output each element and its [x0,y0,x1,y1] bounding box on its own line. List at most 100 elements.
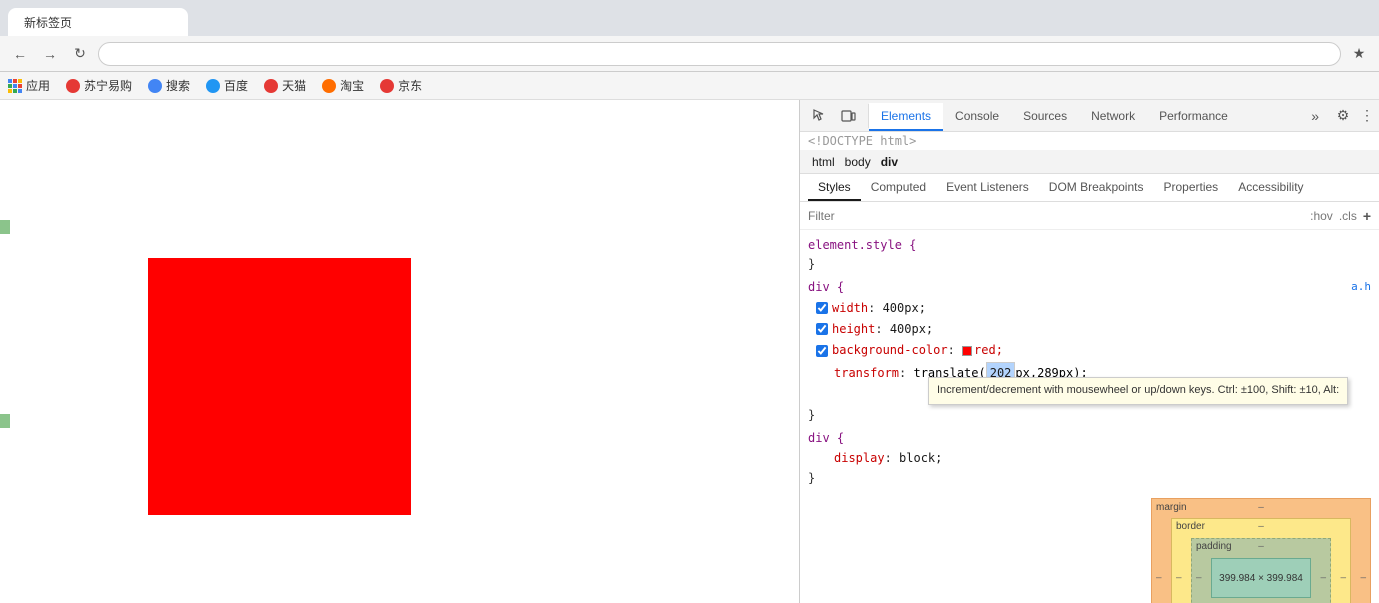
style-tab-dom-label: DOM Breakpoints [1049,180,1144,194]
css-line-bgcolor: background-color : red; [808,340,1371,361]
tianmao-icon [264,79,278,93]
tab-elements[interactable]: Elements [869,103,943,131]
forward-button[interactable]: → [38,42,62,66]
padding-left: – [1196,573,1202,584]
bookmark-jd[interactable]: 京东 [380,77,422,94]
bookmark-apps[interactable]: 应用 [8,77,50,94]
padding-right: – [1320,573,1326,584]
box-model-content: 399.984 × 399.984 [1211,558,1311,598]
indicator-2 [0,414,10,428]
css-content: element.style { } a.h div { width : 400p… [800,230,1379,603]
browser-topbar: 新标签页 [0,0,1379,36]
div-selector-1: div { [808,280,844,294]
width-checkbox[interactable] [816,302,828,314]
breadcrumb-div[interactable]: div [877,153,902,171]
height-property: height [832,320,875,339]
taobao-icon [322,79,336,93]
color-swatch-red[interactable] [962,346,972,356]
css-line-display: display : block; [808,448,1371,469]
bgcolor-value: red; [974,341,1003,360]
filter-add-button[interactable]: + [1363,208,1371,224]
device-toggle-button[interactable] [836,104,860,128]
devtools-top-row: Elements Console Sources Network Perform… [800,100,1379,132]
filter-input[interactable] [808,209,1302,223]
tab-console[interactable]: Console [943,103,1011,131]
breadcrumb-body[interactable]: body [841,153,875,171]
div-close-1: } [808,408,815,422]
bookmark-tianmao[interactable]: 天猫 [264,77,306,94]
style-tab-styles[interactable]: Styles [808,175,861,201]
bookmark-taobao[interactable]: 淘宝 [322,77,364,94]
devtools-more-button[interactable]: ⋮ [1355,104,1379,128]
div-close-2: } [808,471,815,485]
style-tab-event-listeners[interactable]: Event Listeners [936,175,1039,201]
border-top: – [1258,521,1264,532]
filter-hov-button[interactable]: :hov [1310,209,1333,223]
bookmark-apps-label: 应用 [26,77,50,94]
padding-label: padding [1196,541,1232,552]
margin-right: – [1360,573,1366,584]
div-selector-2: div { [808,431,844,445]
back-button[interactable]: ← [8,42,32,66]
browser-tab[interactable]: 新标签页 [8,8,188,36]
tab-performance-label: Performance [1159,109,1228,123]
breadcrumb: html body div [800,150,1379,174]
bookmark-baidu[interactable]: 百度 [206,77,248,94]
left-indicators [0,220,10,428]
filter-cls-button[interactable]: .cls [1339,209,1357,223]
display-value: block; [899,449,942,468]
bookmark-suning[interactable]: 苏宁易购 [66,77,132,94]
tooltip-text: Increment/decrement with mousewheel or u… [937,384,1339,396]
devtools-tabs: Elements Console Sources Network Perform… [869,100,1327,131]
jd-icon [380,79,394,93]
bookmark-jd-label: 京东 [398,77,422,94]
style-tab-accessibility[interactable]: Accessibility [1228,175,1313,201]
css-rule-div-1: a.h div { width : 400px; height : [800,276,1379,426]
address-bar: ← → ↻ ★ [0,36,1379,72]
tab-sources[interactable]: Sources [1011,103,1079,131]
breadcrumb-html[interactable]: html [808,153,839,171]
search-globe-icon [148,79,162,93]
baidu-icon [206,79,220,93]
css-line-height: height : 400px; [808,319,1371,340]
css-source-link[interactable]: a.h [1351,278,1371,296]
bookmark-search-label: 搜索 [166,77,190,94]
apps-icon [8,79,22,93]
width-property: width [832,299,868,318]
address-input[interactable] [98,42,1341,66]
filter-right: :hov .cls + [1310,208,1371,224]
refresh-button[interactable]: ↻ [68,42,92,66]
css-rule-div-2: div { display : block; } [800,427,1379,491]
bgcolor-property: background-color [832,341,948,360]
bookmark-baidu-label: 百度 [224,77,248,94]
devtools-settings-button[interactable]: ⚙ [1331,104,1355,128]
style-tab-properties-label: Properties [1163,180,1218,194]
devtools-panel: Elements Console Sources Network Perform… [799,100,1379,603]
margin-label: margin [1156,502,1187,513]
css-line-transform: transform : translate(202px,289px); Incr… [808,361,1371,386]
height-value: 400px; [890,320,933,339]
doctype-line: <!DOCTYPE html> [800,132,1379,150]
style-tab-properties[interactable]: Properties [1153,175,1228,201]
style-tabs: Styles Computed Event Listeners DOM Brea… [800,174,1379,202]
bookmark-bar: 应用 苏宁易购 搜索 百度 天猫 淘宝 京东 [0,72,1379,100]
bookmark-search[interactable]: 搜索 [148,77,190,94]
tab-network[interactable]: Network [1079,103,1147,131]
display-property: display [834,449,885,468]
red-box [148,258,411,515]
tab-console-label: Console [955,109,999,123]
width-value: 400px; [883,299,926,318]
bookmark-button[interactable]: ★ [1347,42,1371,66]
bgcolor-checkbox[interactable] [816,345,828,357]
height-checkbox[interactable] [816,323,828,335]
style-tab-computed[interactable]: Computed [861,175,936,201]
margin-top: – [1258,502,1264,513]
style-tab-event-label: Event Listeners [946,180,1029,194]
tab-elements-label: Elements [881,109,931,123]
element-picker-button[interactable] [808,104,832,128]
padding-top: – [1258,541,1264,552]
browser-content: Elements Console Sources Network Perform… [0,100,1379,603]
style-tab-dom-breakpoints[interactable]: DOM Breakpoints [1039,175,1154,201]
tab-more[interactable]: » [1303,103,1327,131]
tab-performance[interactable]: Performance [1147,103,1240,131]
